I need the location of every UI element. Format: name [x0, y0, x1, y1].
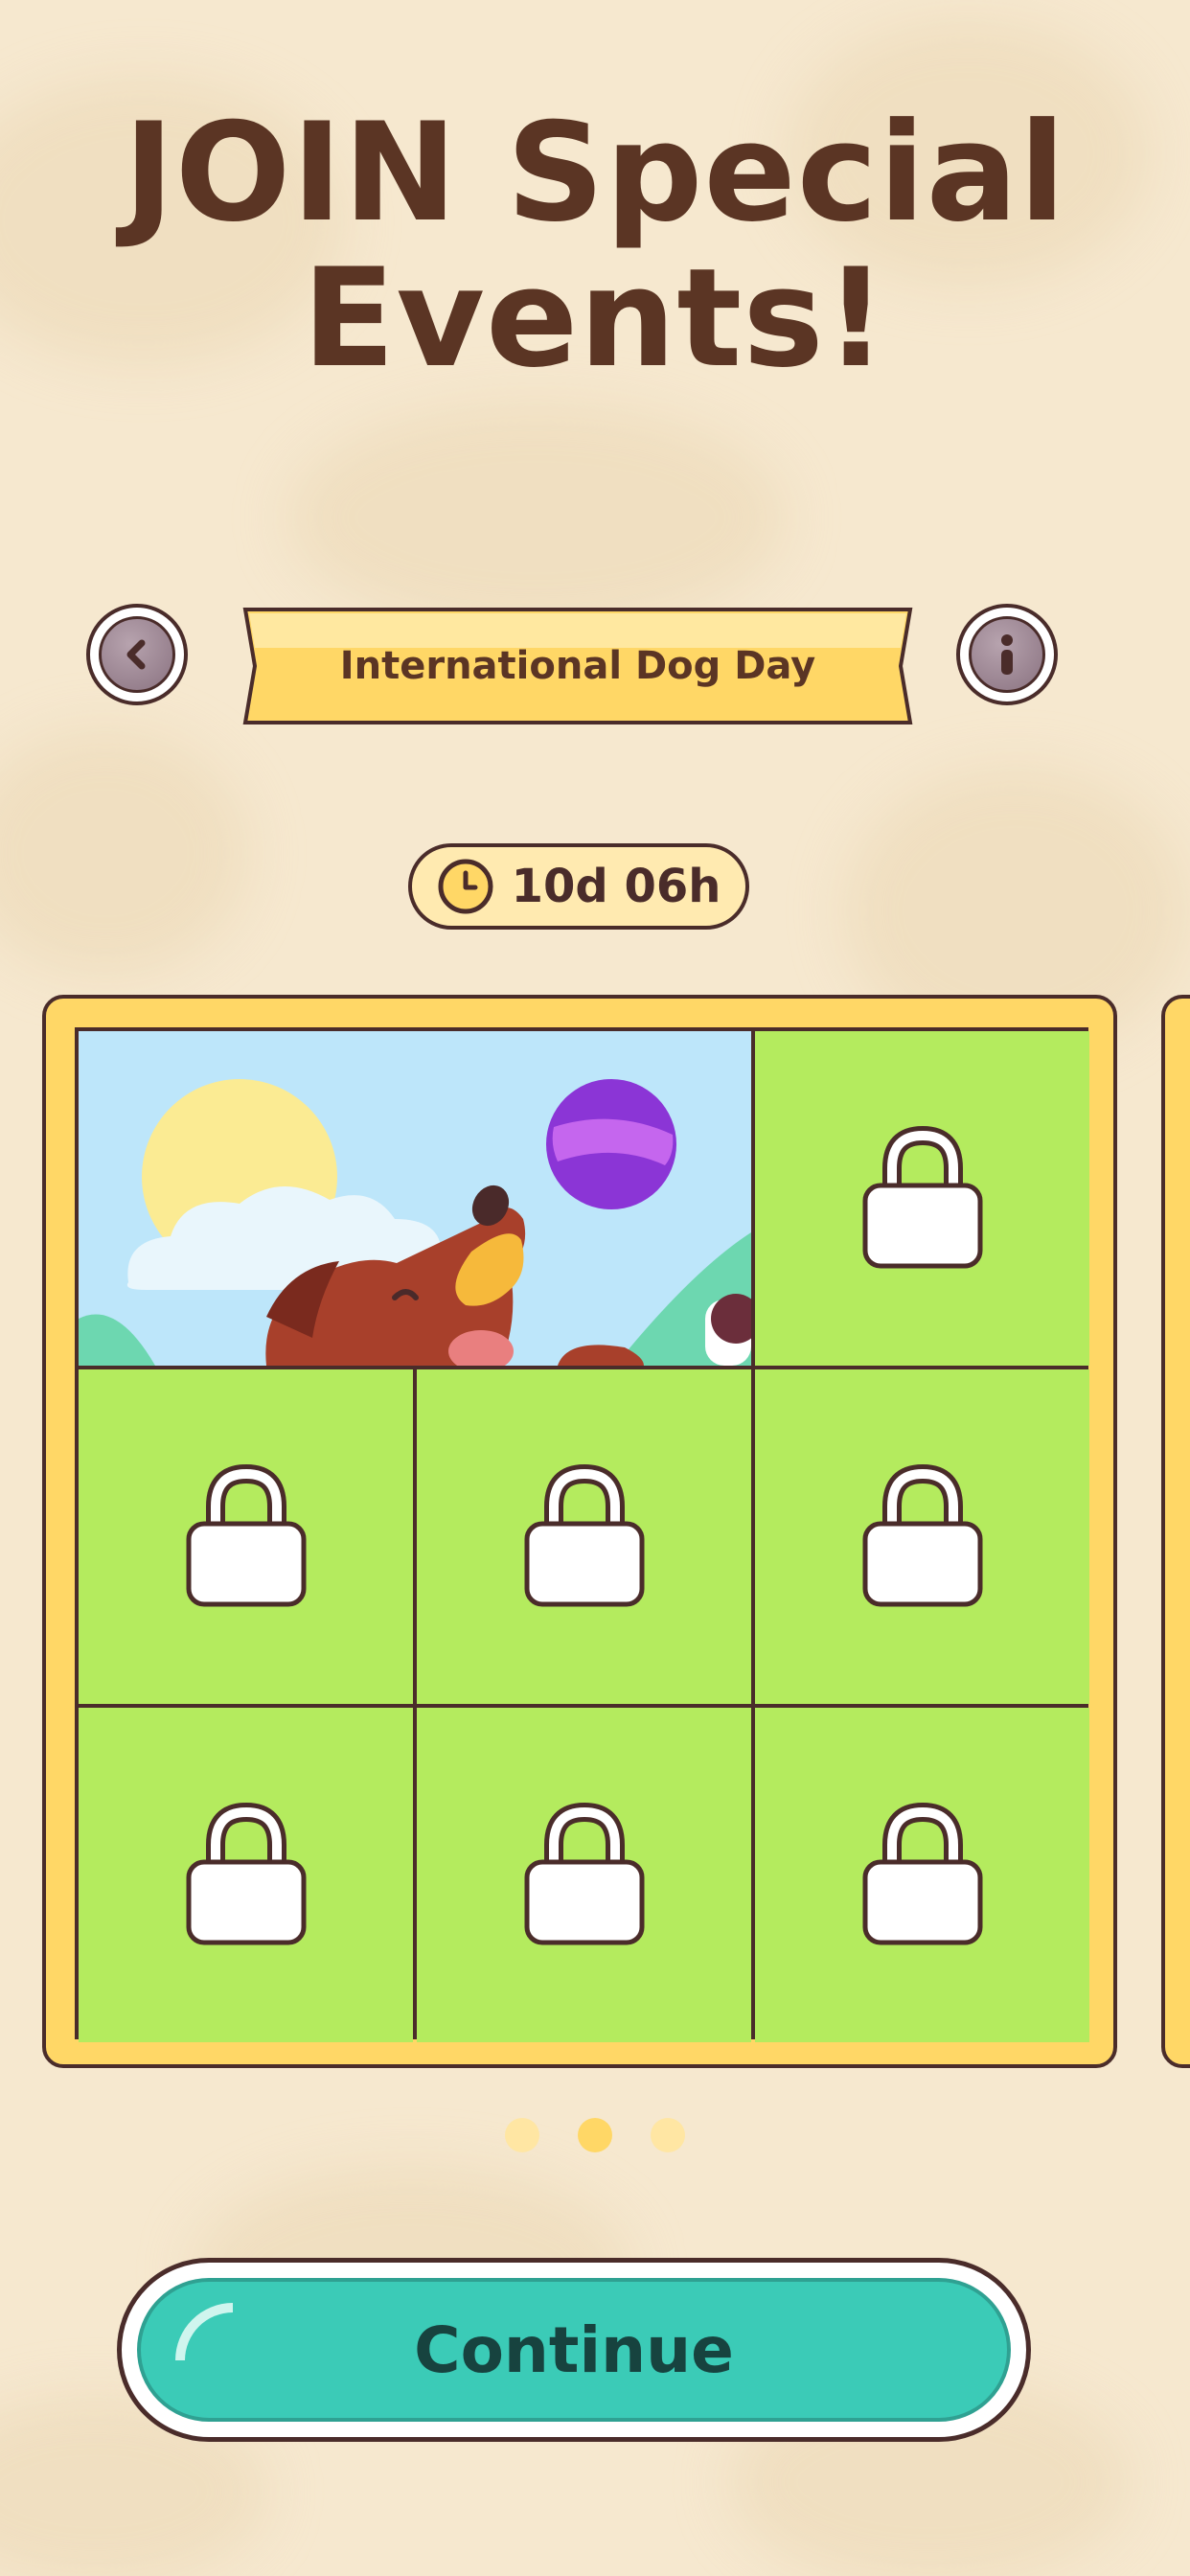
puzzle-piece-locked[interactable]	[755, 1031, 1089, 1366]
page-dot-active[interactable]	[578, 2118, 612, 2152]
puzzle-piece-unlocked[interactable]	[79, 1031, 751, 1366]
puzzle-piece-locked[interactable]	[755, 1369, 1089, 1704]
puzzle-piece-locked[interactable]	[417, 1708, 751, 2042]
continue-button[interactable]: Continue	[137, 2278, 1011, 2422]
continue-label: Continue	[414, 2312, 734, 2387]
lock-icon	[524, 1802, 644, 1944]
puzzle-grid	[75, 1027, 1089, 2042]
lock-icon	[524, 1463, 644, 1606]
puzzle-piece-locked[interactable]	[417, 1369, 751, 1704]
page-title: JOIN Special Events!	[0, 101, 1190, 392]
event-timer: 10d 06h	[408, 843, 749, 930]
lock-icon	[186, 1463, 306, 1606]
event-name-banner: International Dog Day	[241, 606, 914, 726]
event-name: International Dog Day	[339, 644, 816, 688]
puzzle-piece-locked[interactable]	[79, 1369, 413, 1704]
lock-icon	[862, 1125, 982, 1268]
page-indicator	[0, 2118, 1190, 2152]
previous-event-button[interactable]	[86, 604, 188, 705]
title-line-2: Events!	[302, 240, 888, 398]
info-icon	[1001, 634, 1013, 675]
timer-remaining: 10d 06h	[511, 860, 721, 913]
page-dot[interactable]	[651, 2118, 685, 2152]
title-line-1: JOIN Special	[123, 94, 1067, 252]
puzzle-piece-locked[interactable]	[79, 1708, 413, 2042]
lock-icon	[862, 1802, 982, 1944]
lock-icon	[186, 1802, 306, 1944]
clock-icon	[438, 859, 493, 914]
lock-icon	[862, 1463, 982, 1606]
chevron-left-icon	[126, 639, 146, 670]
puzzle-piece-locked[interactable]	[755, 1708, 1089, 2042]
puzzle-board	[42, 995, 1117, 2068]
button-shine	[175, 2303, 233, 2360]
next-event-board-peek[interactable]	[1161, 995, 1190, 2068]
continue-button-frame: Continue	[117, 2258, 1031, 2442]
dog-with-ball-illustration	[79, 1031, 751, 1366]
event-info-button[interactable]	[956, 604, 1058, 705]
page-dot[interactable]	[505, 2118, 539, 2152]
